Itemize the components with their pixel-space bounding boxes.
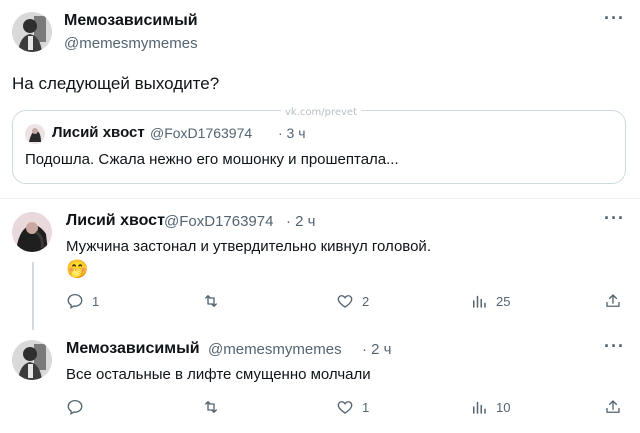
main-post-text: На следующей выходите? <box>12 74 220 93</box>
reply1-display-name[interactable]: Лисий хвост <box>66 212 165 230</box>
reply-count: 1 <box>92 293 100 309</box>
thread-line <box>32 262 34 330</box>
like-icon <box>337 295 353 308</box>
reply2-share-button[interactable] <box>604 398 622 416</box>
avatar-image <box>12 12 52 52</box>
watermark: vk.com/prevet <box>281 107 361 118</box>
views-icon <box>473 401 486 414</box>
like-icon <box>337 401 353 414</box>
reply1-share-button[interactable] <box>604 292 622 310</box>
quoted-post-card[interactable] <box>12 110 626 184</box>
reply1-reply-button[interactable]: 1 <box>66 292 99 310</box>
quoted-post-handle: @FoxD1763974 <box>150 125 253 141</box>
views-count: 10 <box>496 399 511 415</box>
reply1-more-icon[interactable]: ··· <box>604 208 625 229</box>
quoted-post-avatar <box>25 124 45 144</box>
main-post-avatar[interactable] <box>12 12 52 52</box>
quoted-post-display-name: Лисий хвост <box>52 124 145 141</box>
reply2-retweet-button[interactable] <box>202 398 228 416</box>
reply2-like-button[interactable]: 1 <box>336 398 369 416</box>
share-icon <box>606 294 620 307</box>
share-icon <box>606 400 620 413</box>
views-icon <box>473 295 486 308</box>
reply1-handle[interactable]: @FoxD1763974 <box>164 213 273 230</box>
quoted-post-text: Подошла. Сжала нежно его мошонку и проше… <box>25 151 399 168</box>
views-count: 25 <box>496 293 511 309</box>
retweet-icon <box>205 401 217 413</box>
main-post-more-icon[interactable]: ··· <box>604 8 625 29</box>
reply2-reply-button[interactable] <box>66 398 92 416</box>
quoted-post-time: · 3 ч <box>278 125 306 141</box>
reply2-avatar[interactable] <box>12 340 52 380</box>
avatar-image <box>12 212 52 252</box>
main-post-handle[interactable]: @memesmymemes <box>64 35 198 52</box>
avatar-image <box>12 340 52 380</box>
reply-icon <box>67 293 83 309</box>
like-count: 1 <box>362 399 370 415</box>
avatar-image <box>25 124 45 144</box>
reply-icon <box>67 399 83 415</box>
retweet-icon <box>205 295 217 307</box>
main-post-display-name[interactable]: Мемозависимый <box>64 12 198 30</box>
reply1-time[interactable]: · 2 ч <box>286 213 316 230</box>
reply2-display-name[interactable]: Мемозависимый <box>66 340 200 358</box>
reply1-text: Мужчина застонал и утвердительно кивнул … <box>66 238 431 255</box>
reply1-avatar[interactable] <box>12 212 52 252</box>
reply2-views-button[interactable]: 10 <box>470 398 510 416</box>
reply2-time[interactable]: · 2 ч <box>362 341 392 358</box>
reply2-text: Все остальные в лифте смущенно молчали <box>66 366 371 383</box>
reply2-more-icon[interactable]: ··· <box>604 336 625 357</box>
reply1-like-button[interactable]: 2 <box>336 292 369 310</box>
like-count: 2 <box>362 293 370 309</box>
divider <box>0 198 640 199</box>
reply1-emoji: 🤭 <box>66 259 89 279</box>
reply2-handle[interactable]: @memesmymemes <box>208 341 342 358</box>
reply1-retweet-button[interactable] <box>202 292 228 310</box>
reply1-views-button[interactable]: 25 <box>470 292 510 310</box>
